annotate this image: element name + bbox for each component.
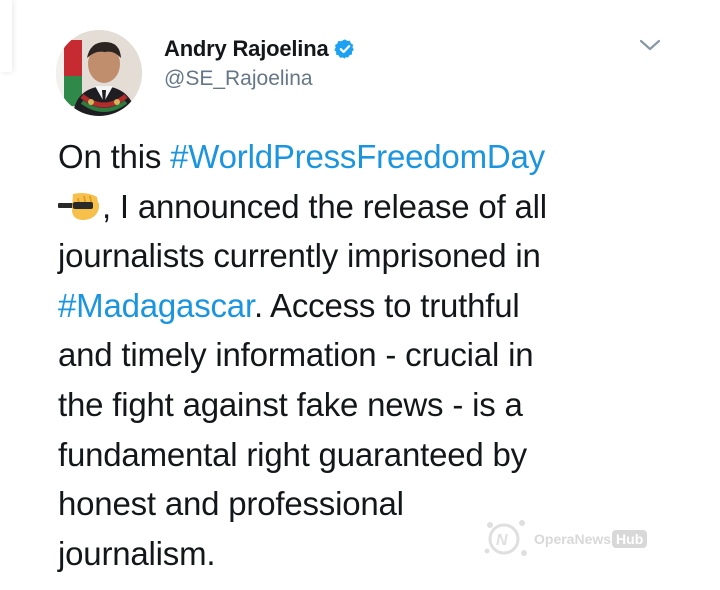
- tweet-line: , I announced the release of all: [55, 182, 658, 232]
- watermark: N OperaNews Hub: [482, 515, 682, 561]
- watermark-brand: OperaNews: [534, 531, 612, 547]
- author-handle[interactable]: @SE_Rajoelina: [164, 67, 356, 91]
- tweet-line: the fight against fake news - is a: [58, 380, 658, 430]
- tweet-line: journalists currently imprisoned in: [58, 231, 658, 281]
- tweet-text-segment: journalism.: [58, 534, 216, 572]
- tweet-header: Andry Rajoelina @SE_Rajoelina: [56, 30, 680, 116]
- avatar-photo-icon: [56, 30, 142, 116]
- tweet-line: On this #WorldPressFreedomDay: [58, 132, 658, 182]
- tweet-text-segment: journalists currently imprisoned in: [58, 237, 541, 275]
- tweet-line: #Madagascar. Access to truthful: [58, 281, 658, 331]
- tweet-text-segment: the fight against fake news - is a: [58, 385, 523, 423]
- watermark-label: OperaNews Hub: [534, 530, 648, 548]
- hashtag-link[interactable]: #Madagascar: [58, 287, 254, 324]
- watermark-hub: Hub: [612, 530, 648, 548]
- tweet-menu-button[interactable]: [636, 34, 664, 56]
- tweet-text-segment: and timely information - crucial in: [58, 336, 534, 374]
- hashtag-link[interactable]: #WorldPressFreedomDay: [170, 138, 545, 175]
- author-avatar[interactable]: [56, 30, 142, 116]
- tweet-text-segment: honest and professional: [58, 485, 404, 523]
- edge-shadow: [0, 0, 12, 72]
- tweet-text-segment: On this: [58, 138, 171, 175]
- tweet-card: Andry Rajoelina @SE_Rajoelina On this #W…: [0, 0, 720, 590]
- tweet-text-segment: , I announced the release of all: [102, 187, 547, 225]
- author-display-name[interactable]: Andry Rajoelina: [164, 36, 329, 62]
- chevron-down-icon: [639, 39, 661, 51]
- tweet-text-segment: . Access to truthful: [253, 286, 520, 324]
- verified-badge-icon: [334, 38, 356, 60]
- svg-text:N: N: [496, 532, 508, 549]
- fist-with-pen-emoji-icon: [55, 186, 102, 220]
- author-info: Andry Rajoelina @SE_Rajoelina: [164, 34, 356, 91]
- tweet-line: fundamental right guaranteed by: [58, 430, 658, 480]
- author-name-row: Andry Rajoelina: [164, 34, 356, 64]
- tweet-line: and timely information - crucial in: [58, 330, 658, 380]
- tweet-text-segment: fundamental right guaranteed by: [58, 435, 527, 473]
- tweet-text: On this #WorldPressFreedomDay , I announc…: [55, 132, 658, 578]
- opera-news-logo-icon: N: [484, 520, 527, 556]
